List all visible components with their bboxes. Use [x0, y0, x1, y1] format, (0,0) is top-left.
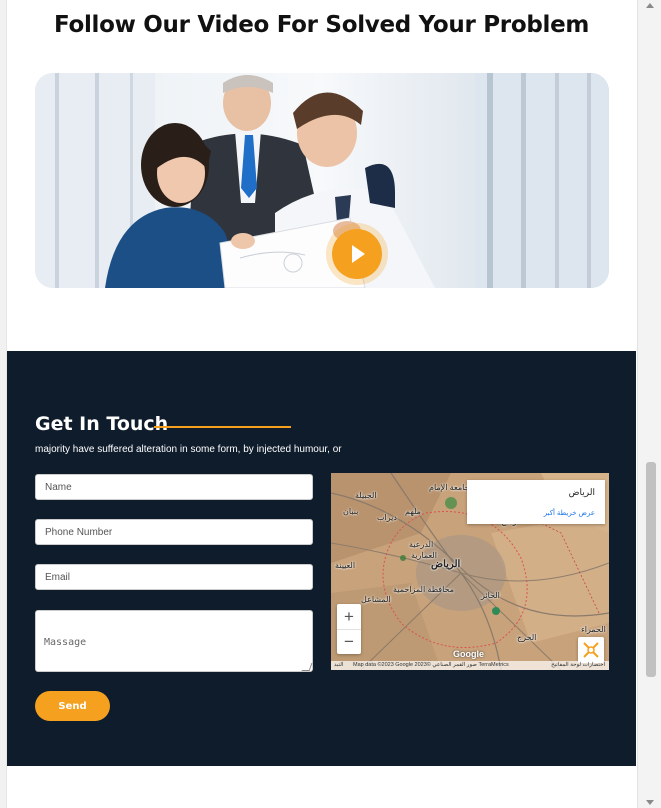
map-label-muzahmiyah: محافظة المزاحمية — [393, 585, 454, 594]
map-label-jubailah: الجبيلة — [355, 491, 377, 500]
video-section-title: Follow Our Video For Solved Your Problem — [53, 12, 590, 38]
map-footer-left[interactable]: التبد — [334, 662, 343, 668]
map-label-riyadh: الرياض — [431, 559, 461, 570]
left-border — [0, 0, 7, 808]
title-underline — [154, 426, 291, 428]
scrollbar[interactable] — [637, 0, 661, 808]
map-label-malham: ملهم — [405, 507, 421, 516]
map-info-title: الرياض — [568, 487, 595, 497]
keyboard-shortcuts-link[interactable]: اختصارات لوحة المفاتيح — [551, 662, 605, 668]
scroll-thumb[interactable] — [646, 462, 656, 677]
map-label-al-haer: الحائر — [481, 591, 500, 600]
office-people-image — [35, 73, 609, 288]
email-input[interactable] — [35, 564, 313, 590]
google-logo: Google — [453, 649, 484, 659]
pegman-icon — [583, 642, 599, 658]
map-label-deriah: ديراب — [377, 513, 397, 522]
map-label-ammariyah: العمارية — [411, 551, 437, 560]
map-embed[interactable]: الرياض الدرعية ملهم ديراب العمارية الجبي… — [331, 473, 609, 670]
map-label-shamisi: المشاعل — [361, 595, 391, 604]
send-button[interactable]: Send — [35, 691, 110, 721]
map-label-university: جامعة الإمام — [429, 483, 470, 492]
zoom-out-button[interactable]: − — [337, 629, 361, 654]
contact-title: Get In Touch — [35, 413, 169, 435]
map-info-window: الرياض عرض خريطة أكبر — [467, 480, 605, 524]
map-label-banban: بنبان — [343, 507, 359, 516]
view-larger-map-link[interactable]: عرض خريطة أكبر — [544, 509, 595, 517]
map-label-kharj: الخرج — [517, 633, 537, 642]
play-button[interactable] — [332, 229, 382, 279]
page: Follow Our Video For Solved Your Problem — [0, 0, 661, 808]
scroll-up-icon[interactable] — [646, 3, 654, 8]
map-label-hamra: الحمراء — [581, 625, 606, 634]
phone-input[interactable] — [35, 519, 313, 545]
contact-subtitle: majority have suffered alteration in som… — [35, 444, 342, 455]
scroll-down-icon[interactable] — [646, 800, 654, 805]
contact-section: Get In Touch majority have suffered alte… — [7, 351, 636, 766]
video-thumbnail[interactable] — [35, 73, 609, 288]
map-label-uyaynah: العيينة — [335, 561, 356, 570]
play-icon — [352, 245, 365, 263]
map-label-diriyah: الدرعية — [409, 540, 434, 549]
zoom-control: + − — [337, 604, 361, 654]
map-attribution: Map data ©2023 Google 2023© صور القمر ال… — [353, 662, 509, 668]
map-attribution-bar: التبد Map data ©2023 Google 2023© صور ال… — [331, 661, 609, 670]
name-input[interactable] — [35, 474, 313, 500]
message-textarea[interactable] — [35, 610, 313, 672]
zoom-in-button[interactable]: + — [337, 604, 361, 629]
pegman-button[interactable] — [578, 637, 604, 663]
